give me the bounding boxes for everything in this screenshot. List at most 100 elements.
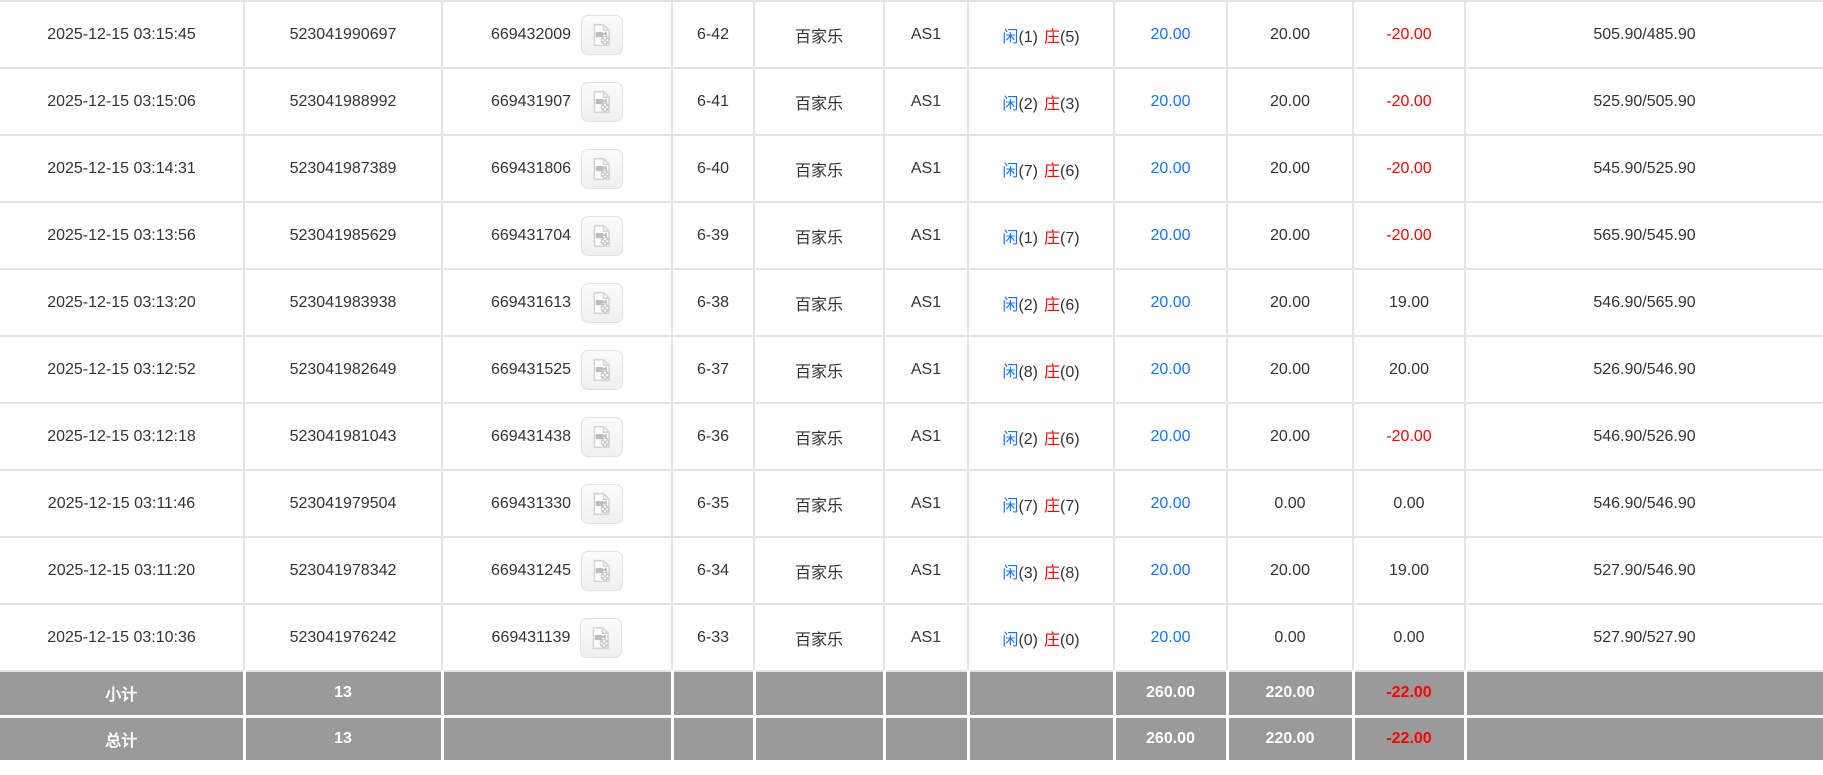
player-score: (3) (1018, 564, 1038, 582)
game-number: 669431907 (490, 92, 572, 110)
video-replay-button[interactable] (581, 483, 624, 524)
table-row: 2025-12-15 03:14:31 523041987389 6694318… (0, 135, 1823, 203)
balance-before-after: 565.90/545.90 (1465, 202, 1823, 270)
valid-bet-amount: 20.00 (1227, 537, 1354, 605)
table-name: AS1 (884, 470, 969, 538)
video-replay-button[interactable] (580, 617, 623, 658)
order-number: 523041981043 (244, 403, 443, 471)
balance-before-after: 505.90/485.90 (1465, 1, 1823, 69)
game-result: 闲(8) 庄(0) (968, 336, 1115, 404)
win-loss-amount: 0.00 (1353, 604, 1466, 672)
banker-score: (5) (1060, 28, 1080, 46)
subtotal-label: 小计 (0, 671, 246, 718)
table-name: AS1 (884, 604, 969, 672)
banker-result-label: 庄 (1044, 564, 1061, 582)
bet-amount-link[interactable]: 20.00 (1150, 629, 1190, 646)
bet-amount-link[interactable]: 20.00 (1150, 294, 1190, 311)
valid-bet-amount: 20.00 (1227, 403, 1354, 471)
banker-result-label: 庄 (1044, 296, 1061, 314)
balance-before-after: 526.90/546.90 (1465, 336, 1823, 404)
game-type: 百家乐 (754, 1, 885, 69)
bet-time: 2025-12-15 03:12:52 (0, 336, 245, 404)
video-replay-icon (589, 156, 615, 182)
game-type: 百家乐 (754, 470, 885, 538)
banker-score: (3) (1060, 95, 1080, 113)
bet-time: 2025-12-15 03:13:20 (0, 269, 245, 337)
subtotal-count: 13 (244, 671, 444, 718)
win-loss-amount: 19.00 (1353, 537, 1466, 605)
game-result: 闲(1) 庄(5) (968, 1, 1115, 69)
bet-time: 2025-12-15 03:13:56 (0, 202, 245, 270)
player-result-label: 闲 (1002, 95, 1019, 113)
bet-amount-link[interactable]: 20.00 (1150, 361, 1190, 378)
video-replay-button[interactable] (581, 550, 624, 591)
order-number: 523041976242 (244, 604, 443, 672)
player-score: (7) (1018, 162, 1038, 180)
order-number: 523041987389 (244, 135, 443, 203)
valid-bet-amount: 0.00 (1227, 470, 1354, 538)
game-type: 百家乐 (754, 269, 885, 337)
total-valid-bet: 220.00 (1227, 716, 1355, 763)
bet-time: 2025-12-15 03:10:36 (0, 604, 245, 672)
table-row: 2025-12-15 03:10:36 523041976242 6694311… (0, 604, 1823, 672)
table-row: 2025-12-15 03:15:45 523041990697 6694320… (0, 1, 1823, 69)
table-name: AS1 (884, 336, 969, 404)
video-replay-button[interactable] (581, 81, 624, 122)
banker-score: (8) (1060, 564, 1080, 582)
valid-bet-amount: 0.00 (1227, 604, 1354, 672)
bet-amount-link[interactable]: 20.00 (1150, 428, 1190, 445)
video-replay-icon (589, 290, 615, 316)
game-result: 闲(1) 庄(7) (968, 202, 1115, 270)
banker-result-label: 庄 (1044, 229, 1061, 247)
bet-time: 2025-12-15 03:14:31 (0, 135, 245, 203)
subtotal-win-loss: -22.00 (1353, 671, 1467, 718)
round-number: 6-34 (672, 537, 755, 605)
banker-result-label: 庄 (1044, 162, 1061, 180)
player-result-label: 闲 (1002, 631, 1019, 649)
subtotal-row: 小计 13 260.00 220.00 -22.00 (0, 671, 1823, 718)
bet-history-table: 2025-12-15 03:15:45 523041990697 6694320… (0, 0, 1823, 763)
player-result-label: 闲 (1002, 363, 1019, 381)
total-bet: 260.00 (1114, 716, 1229, 763)
player-result-label: 闲 (1002, 430, 1019, 448)
subtotal-bet: 260.00 (1114, 671, 1229, 718)
video-replay-icon (589, 558, 615, 584)
bet-amount-link[interactable]: 20.00 (1150, 26, 1190, 43)
balance-before-after: 546.90/546.90 (1465, 470, 1823, 538)
player-result-label: 闲 (1002, 162, 1019, 180)
valid-bet-amount: 20.00 (1227, 269, 1354, 337)
player-score: (1) (1018, 229, 1038, 247)
win-loss-amount: -20.00 (1353, 403, 1466, 471)
bet-amount-link[interactable]: 20.00 (1150, 495, 1190, 512)
game-type: 百家乐 (754, 403, 885, 471)
bet-amount-link[interactable]: 20.00 (1150, 160, 1190, 177)
player-result-label: 闲 (1002, 564, 1019, 582)
video-replay-button[interactable] (581, 14, 624, 55)
order-number: 523041983938 (244, 269, 443, 337)
total-count: 13 (244, 716, 444, 763)
video-replay-button[interactable] (581, 215, 624, 256)
banker-result-label: 庄 (1044, 28, 1061, 46)
video-replay-button[interactable] (581, 148, 624, 189)
game-result: 闲(0) 庄(0) (968, 604, 1115, 672)
balance-before-after: 546.90/526.90 (1465, 403, 1823, 471)
banker-result-label: 庄 (1044, 95, 1061, 113)
valid-bet-amount: 20.00 (1227, 135, 1354, 203)
game-result: 闲(2) 庄(3) (968, 68, 1115, 136)
video-replay-button[interactable] (581, 416, 624, 457)
total-win-loss: -22.00 (1353, 716, 1467, 763)
order-number: 523041979504 (244, 470, 443, 538)
video-replay-button[interactable] (581, 349, 624, 390)
table-row: 2025-12-15 03:13:56 523041985629 6694317… (0, 202, 1823, 270)
video-replay-button[interactable] (581, 282, 624, 323)
bet-time: 2025-12-15 03:11:46 (0, 470, 245, 538)
player-result-label: 闲 (1002, 497, 1019, 515)
bet-amount-link[interactable]: 20.00 (1150, 227, 1190, 244)
bet-time: 2025-12-15 03:12:18 (0, 403, 245, 471)
bet-amount-link[interactable]: 20.00 (1150, 562, 1190, 579)
banker-result-label: 庄 (1044, 631, 1061, 649)
game-type: 百家乐 (754, 68, 885, 136)
bet-time: 2025-12-15 03:15:45 (0, 1, 245, 69)
bet-amount-link[interactable]: 20.00 (1150, 93, 1190, 110)
balance-before-after: 545.90/525.90 (1465, 135, 1823, 203)
